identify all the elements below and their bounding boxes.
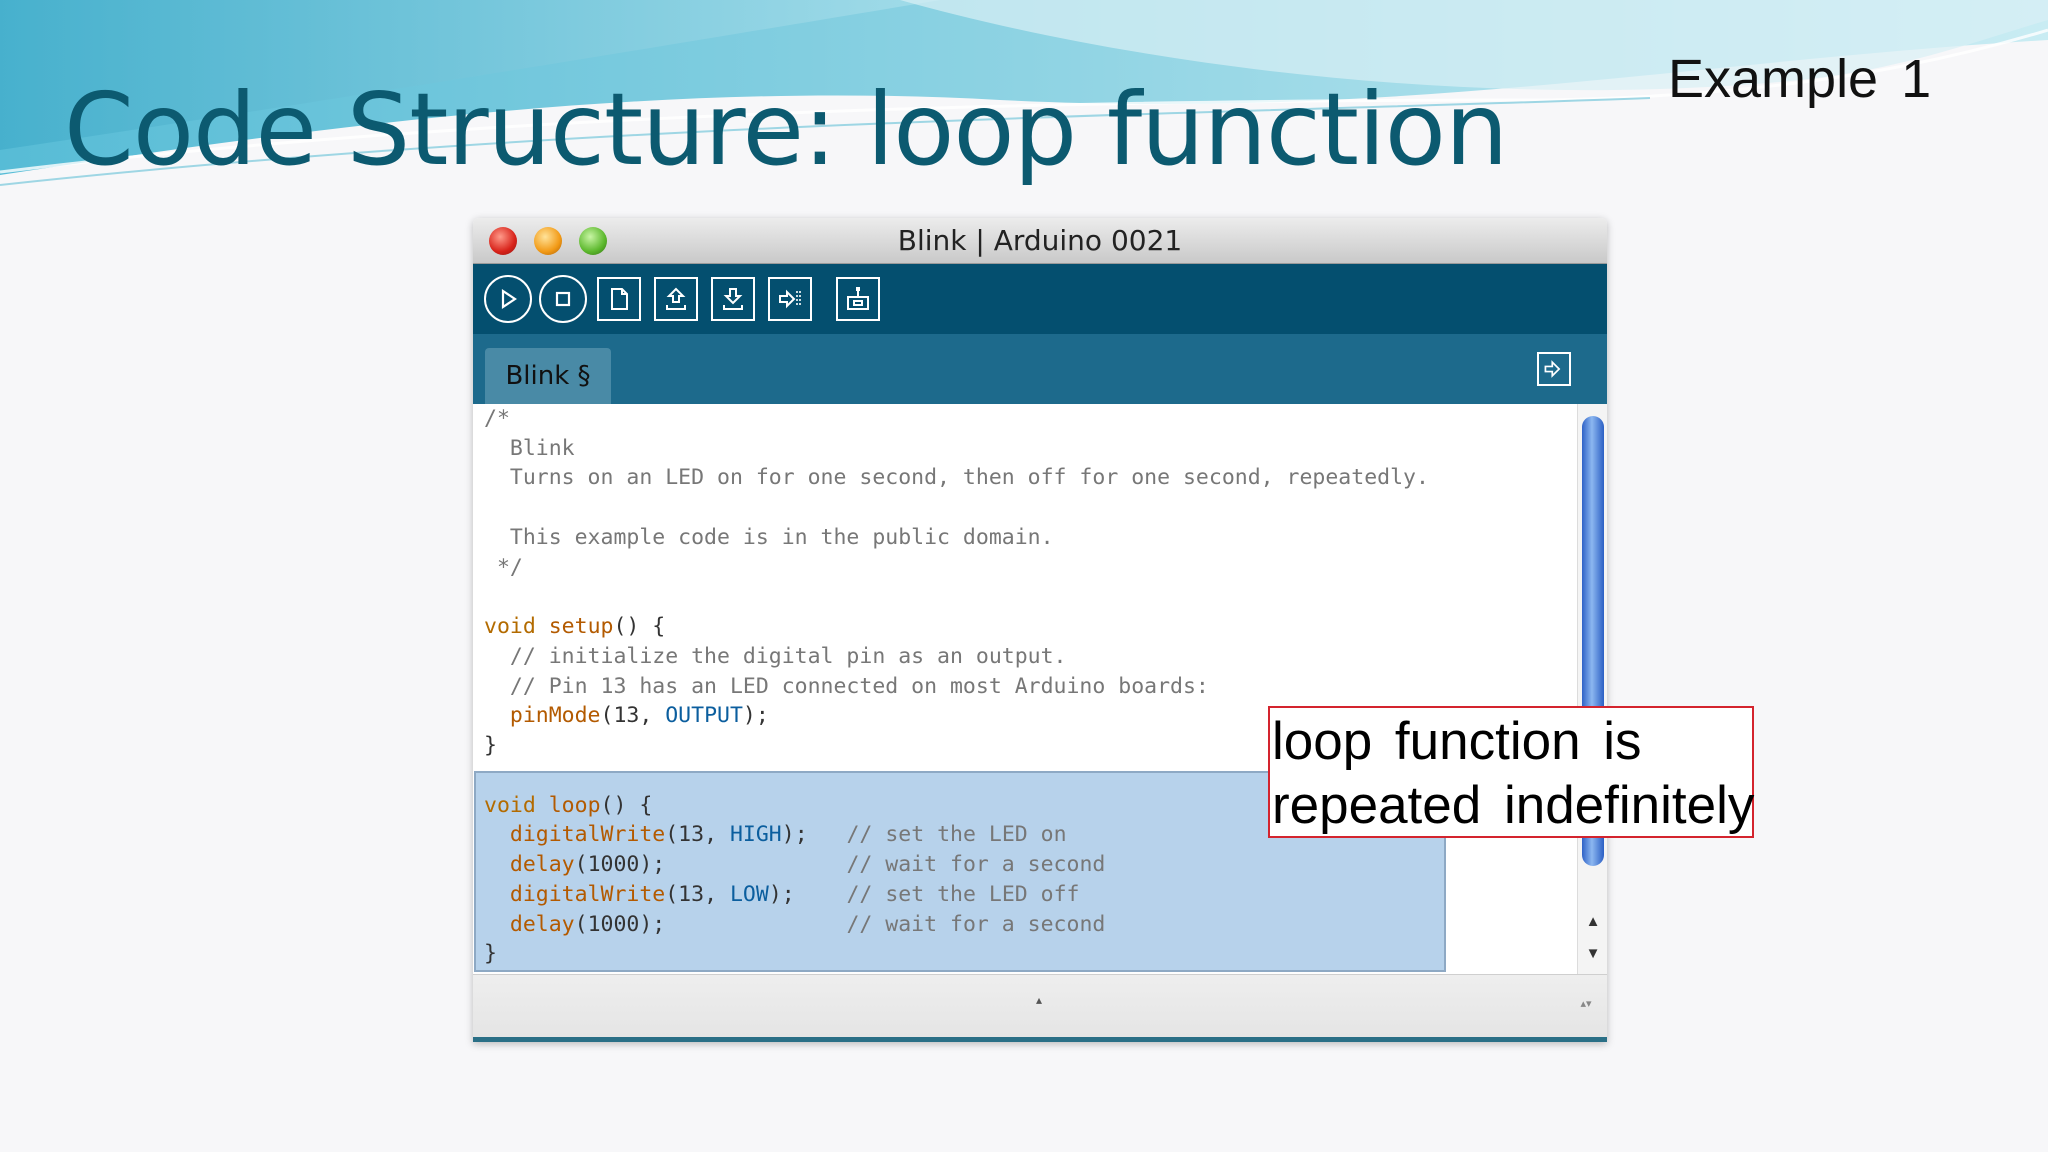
example-label: Example 1	[1668, 49, 1932, 109]
status-bar: ▴ ▴▾	[473, 974, 1607, 1042]
tab-menu-button[interactable]	[1537, 352, 1571, 386]
tab-menu-icon	[1544, 360, 1561, 378]
code-token: digitalWrite	[509, 822, 666, 848]
code-token: (13,	[665, 822, 730, 848]
code-token: loop	[548, 792, 601, 818]
code-token: pinMode	[509, 703, 601, 729]
vertical-scrollbar[interactable]: ▲ ▼	[1577, 404, 1607, 974]
code-line: digitalWrite(13, HIGH); // set the LED o…	[484, 820, 1067, 850]
code-token: (1000);	[574, 852, 847, 878]
code-token: );	[768, 881, 847, 907]
upload-button[interactable]	[768, 277, 812, 321]
save-button[interactable]	[711, 277, 755, 321]
code-token: setup	[548, 614, 614, 640]
code-token: OUTPUT	[665, 703, 743, 729]
serial-monitor-icon	[847, 287, 869, 310]
code-line: delay(1000); // wait for a second	[484, 910, 1105, 940]
code-token: This example code is in the public domai…	[484, 524, 1054, 550]
code-token: () {	[613, 614, 666, 640]
stop-button[interactable]	[539, 275, 587, 323]
code-token: void	[484, 792, 536, 818]
code-line: */	[484, 553, 523, 583]
code-token: delay	[509, 911, 575, 937]
code-token: );	[742, 703, 769, 729]
code-token: // set the LED off	[846, 881, 1080, 907]
verify-icon	[501, 288, 517, 310]
new-icon	[611, 288, 628, 310]
code-line: pinMode(13, OUTPUT);	[484, 701, 769, 731]
open-button[interactable]	[654, 277, 698, 321]
code-token: delay	[509, 852, 575, 878]
code-line: // initialize the digital pin as an outp…	[484, 642, 1067, 672]
code-editor[interactable]: /* Blink Turns on an LED on for one seco…	[473, 404, 1577, 974]
code-token: */	[484, 554, 523, 580]
code-token: /*	[484, 406, 510, 431]
code-token: (13,	[600, 703, 666, 729]
code-line: Blink	[484, 434, 575, 464]
tab-blink[interactable]: Blink §	[485, 348, 611, 404]
code-line: }	[484, 731, 497, 761]
code-token: digitalWrite	[509, 881, 666, 907]
code-token: // wait for a second	[846, 852, 1106, 878]
code-token: Blink	[484, 435, 575, 461]
new-button[interactable]	[597, 277, 641, 321]
code-token: }	[484, 733, 497, 759]
arduino-ide-window: Blink | Arduino 0021 Blink § /* Blink Tu…	[473, 218, 1607, 1042]
code-token: );	[781, 822, 847, 848]
slide-title: Code Structure: loop function	[64, 71, 1508, 188]
code-token: // Pin 13 has an LED connected on most A…	[484, 673, 1209, 699]
code-token: LOW	[729, 881, 769, 907]
code-token: // set the LED on	[846, 822, 1067, 848]
console-scroll-arrows-icon[interactable]: ▴▾	[1571, 997, 1601, 1011]
code-token: Turns on an LED on for one second, then …	[484, 465, 1429, 491]
save-icon	[723, 288, 743, 310]
toolbar	[473, 264, 1607, 334]
pane-divider-handle-icon[interactable]: ▴	[1033, 994, 1045, 1006]
callout-line-2: repeated indefinitely	[1272, 776, 1755, 835]
tab-bar: Blink §	[473, 334, 1607, 404]
code-token: () {	[600, 792, 653, 818]
verify-button[interactable]	[484, 275, 532, 323]
open-icon	[666, 287, 686, 310]
code-token: // initialize the digital pin as an outp…	[484, 643, 1067, 669]
code-line: This example code is in the public domai…	[484, 523, 1054, 553]
window-titlebar[interactable]: Blink | Arduino 0021	[473, 218, 1607, 264]
code-token: }	[484, 941, 497, 967]
upload-icon	[779, 289, 801, 309]
code-token: (13,	[665, 881, 730, 907]
code-line: void loop() {	[484, 791, 652, 821]
callout-box: loop function is repeated indefinitely	[1268, 706, 1754, 838]
code-token: HIGH	[729, 822, 782, 848]
stop-icon	[555, 291, 571, 307]
scroll-up-arrow-icon[interactable]: ▲	[1583, 912, 1603, 932]
scroll-down-arrow-icon[interactable]: ▼	[1583, 944, 1603, 964]
code-token: // wait for a second	[846, 911, 1106, 937]
code-token: (1000);	[574, 911, 847, 937]
console-strip	[473, 1037, 1607, 1042]
code-line: }	[484, 939, 497, 969]
window-title: Blink | Arduino 0021	[897, 224, 1183, 257]
code-line: /*	[484, 404, 510, 434]
callout-line-1: loop function is	[1272, 712, 1642, 771]
code-line: void setup() {	[484, 612, 665, 642]
serial-monitor-button[interactable]	[836, 277, 880, 321]
code-line: // Pin 13 has an LED connected on most A…	[484, 672, 1209, 702]
code-line: Turns on an LED on for one second, then …	[484, 463, 1429, 493]
code-token: void	[484, 614, 536, 640]
code-line: delay(1000); // wait for a second	[484, 850, 1105, 880]
code-line: digitalWrite(13, LOW); // set the LED of…	[484, 880, 1080, 910]
